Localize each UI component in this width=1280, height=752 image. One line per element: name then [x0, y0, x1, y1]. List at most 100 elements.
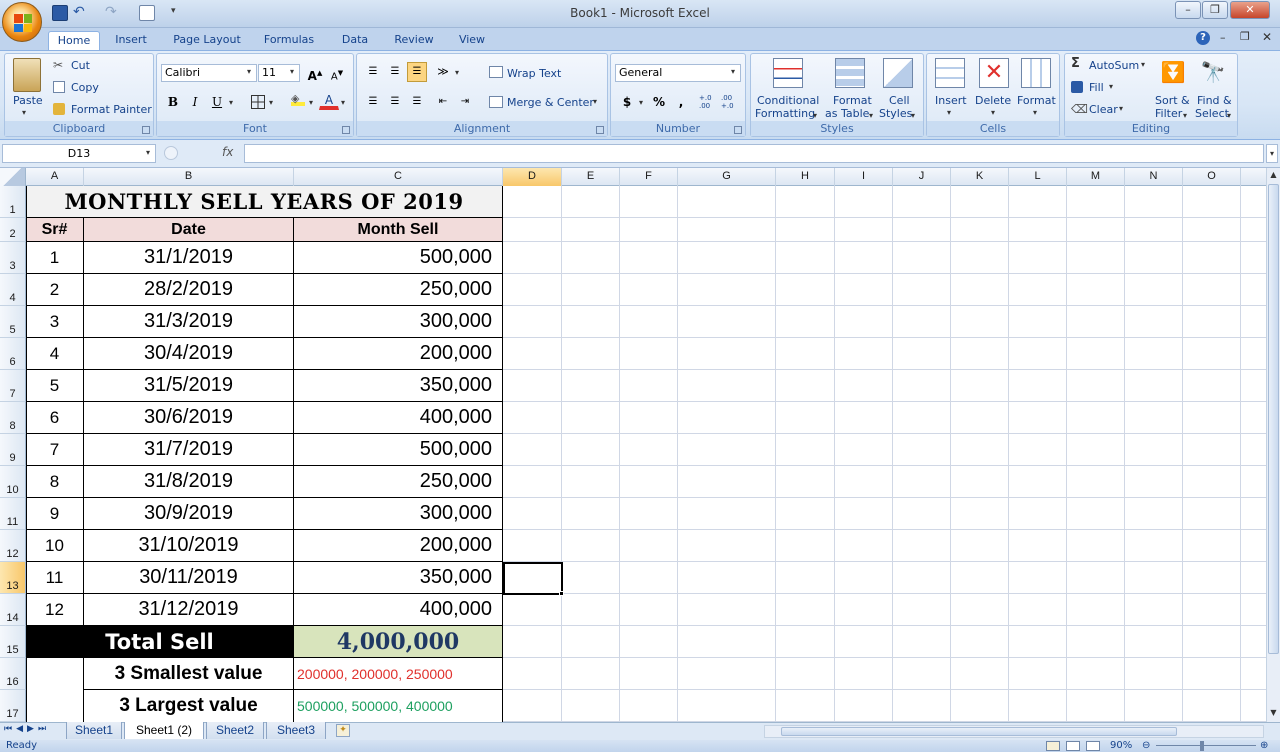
- orientation-icon[interactable]: ≫: [433, 62, 453, 82]
- zoom-in-icon[interactable]: ⊕: [1260, 740, 1268, 751]
- row-header-7[interactable]: 7: [0, 370, 26, 402]
- cell-a16[interactable]: [26, 658, 84, 722]
- row-header-16[interactable]: 16: [0, 658, 26, 690]
- row-header-17[interactable]: 17: [0, 690, 26, 722]
- sort-filter-label-1[interactable]: Sort &: [1155, 94, 1190, 107]
- shrink-font-icon[interactable]: A▼: [327, 63, 347, 83]
- column-header-h[interactable]: H: [776, 168, 835, 186]
- column-header-n[interactable]: N: [1125, 168, 1183, 186]
- row-header-9[interactable]: 9: [0, 434, 26, 466]
- cell-sr[interactable]: 2: [26, 274, 84, 306]
- copy-button[interactable]: Copy: [71, 81, 99, 94]
- column-header-f[interactable]: F: [620, 168, 678, 186]
- cell-date[interactable]: 31/8/2019: [84, 466, 294, 498]
- clear-dropdown-icon[interactable]: ▾: [1119, 104, 1123, 113]
- grow-font-icon[interactable]: A▲: [305, 63, 325, 83]
- paste-dropdown-icon[interactable]: ▾: [22, 108, 26, 117]
- help-icon[interactable]: ?: [1196, 31, 1210, 45]
- sheet-tab[interactable]: Sheet1 (2): [124, 722, 204, 739]
- borders-icon[interactable]: [251, 95, 265, 109]
- cell-month-sell[interactable]: 200,000: [294, 338, 503, 370]
- normal-view-icon[interactable]: [1046, 741, 1060, 751]
- sheet-tab[interactable]: Sheet1: [66, 722, 122, 739]
- cell-sr[interactable]: 12: [26, 594, 84, 626]
- select-all-button[interactable]: [0, 168, 26, 186]
- autosum-button[interactable]: AutoSum: [1089, 59, 1139, 72]
- align-center-icon[interactable]: ☰: [385, 92, 405, 112]
- font-size-dropdown-icon[interactable]: ▾: [290, 67, 294, 76]
- number-format-dropdown-icon[interactable]: ▾: [731, 67, 735, 76]
- autosum-dropdown-icon[interactable]: ▾: [1141, 60, 1145, 69]
- cell-date[interactable]: 31/7/2019: [84, 434, 294, 466]
- column-header-c[interactable]: C: [294, 168, 503, 186]
- dialog-launcher-icon[interactable]: [596, 126, 604, 134]
- comma-button[interactable]: ,: [671, 92, 691, 112]
- workbook-close-icon[interactable]: ✕: [1262, 30, 1272, 44]
- orientation-dropdown-icon[interactable]: ▾: [455, 68, 459, 77]
- conditional-formatting-label-2[interactable]: Formatting: [755, 107, 815, 120]
- row-header-13[interactable]: 13: [0, 562, 26, 594]
- horizontal-scroll-thumb[interactable]: [781, 727, 1177, 736]
- dialog-launcher-icon[interactable]: [142, 126, 150, 134]
- insert-dropdown-icon[interactable]: ▾: [947, 108, 951, 117]
- tab-review[interactable]: Review: [388, 31, 440, 50]
- cell-date[interactable]: 31/5/2019: [84, 370, 294, 402]
- sort-filter-label-2[interactable]: Filter: [1155, 107, 1182, 120]
- insert-cells-button[interactable]: Insert: [935, 94, 967, 107]
- cell-month-sell[interactable]: 300,000: [294, 498, 503, 530]
- row-header-10[interactable]: 10: [0, 466, 26, 498]
- cell-date[interactable]: 28/2/2019: [84, 274, 294, 306]
- vertical-scrollbar[interactable]: ▲ ▼: [1266, 168, 1280, 722]
- expand-formula-bar-icon[interactable]: ▾: [1266, 144, 1278, 163]
- currency-button[interactable]: $: [617, 92, 637, 112]
- wrap-text-button[interactable]: Wrap Text: [507, 67, 561, 80]
- cell-sr[interactable]: 1: [26, 242, 84, 274]
- minimize-button[interactable]: –: [1175, 1, 1201, 19]
- decrease-indent-icon[interactable]: ⇤: [433, 92, 453, 112]
- cell-date[interactable]: 30/4/2019: [84, 338, 294, 370]
- increase-decimal-button[interactable]: +.0 .00: [699, 94, 719, 110]
- fill-handle[interactable]: [559, 591, 564, 596]
- row-header-1[interactable]: 1: [0, 186, 26, 218]
- cell-styles-dropdown-icon[interactable]: ▾: [911, 111, 915, 120]
- total-sell-label[interactable]: Total Sell: [26, 626, 294, 658]
- name-box[interactable]: D13: [2, 144, 156, 163]
- column-header-j[interactable]: J: [893, 168, 951, 186]
- currency-dropdown-icon[interactable]: ▾: [639, 98, 643, 107]
- tab-formulas[interactable]: Formulas: [258, 31, 320, 50]
- cell-month-sell[interactable]: 400,000: [294, 594, 503, 626]
- italic-button[interactable]: I: [185, 92, 205, 112]
- row-header-5[interactable]: 5: [0, 306, 26, 338]
- cut-button[interactable]: Cut: [71, 59, 90, 72]
- percent-button[interactable]: %: [649, 92, 669, 112]
- conditional-formatting-label-1[interactable]: Conditional: [757, 94, 819, 107]
- format-table-dropdown-icon[interactable]: ▾: [869, 111, 873, 120]
- sheet-tab[interactable]: Sheet2: [206, 722, 264, 739]
- tab-home[interactable]: Home: [48, 31, 100, 50]
- office-button[interactable]: [2, 2, 42, 42]
- paste-icon[interactable]: [13, 58, 41, 92]
- cell-date[interactable]: 31/12/2019: [84, 594, 294, 626]
- cell-month-sell[interactable]: 300,000: [294, 306, 503, 338]
- sheet-title[interactable]: MONTHLY SELL YEARS OF 2019: [26, 186, 503, 218]
- cell-month-sell[interactable]: 400,000: [294, 402, 503, 434]
- selected-cell[interactable]: [503, 562, 563, 595]
- cell-sr[interactable]: 4: [26, 338, 84, 370]
- page-layout-view-icon[interactable]: [1066, 741, 1080, 751]
- row-header-15[interactable]: 15: [0, 626, 26, 658]
- conditional-dropdown-icon[interactable]: ▾: [813, 111, 817, 120]
- cell-sr[interactable]: 5: [26, 370, 84, 402]
- find-select-dropdown-icon[interactable]: ▾: [1227, 111, 1231, 120]
- sheet-tab[interactable]: Sheet3: [266, 722, 326, 739]
- tab-data[interactable]: Data: [334, 31, 376, 50]
- horizontal-scrollbar[interactable]: [764, 725, 1264, 738]
- cell-date[interactable]: 30/6/2019: [84, 402, 294, 434]
- cell-month-sell[interactable]: 250,000: [294, 466, 503, 498]
- top-align-icon[interactable]: ☰: [363, 62, 383, 82]
- number-format-select[interactable]: General: [615, 64, 741, 82]
- fill-dropdown-icon[interactable]: ▾: [1109, 82, 1113, 91]
- row-header-3[interactable]: 3: [0, 242, 26, 274]
- row-header-11[interactable]: 11: [0, 498, 26, 530]
- row-header-4[interactable]: 4: [0, 274, 26, 306]
- dialog-launcher-icon[interactable]: [734, 126, 742, 134]
